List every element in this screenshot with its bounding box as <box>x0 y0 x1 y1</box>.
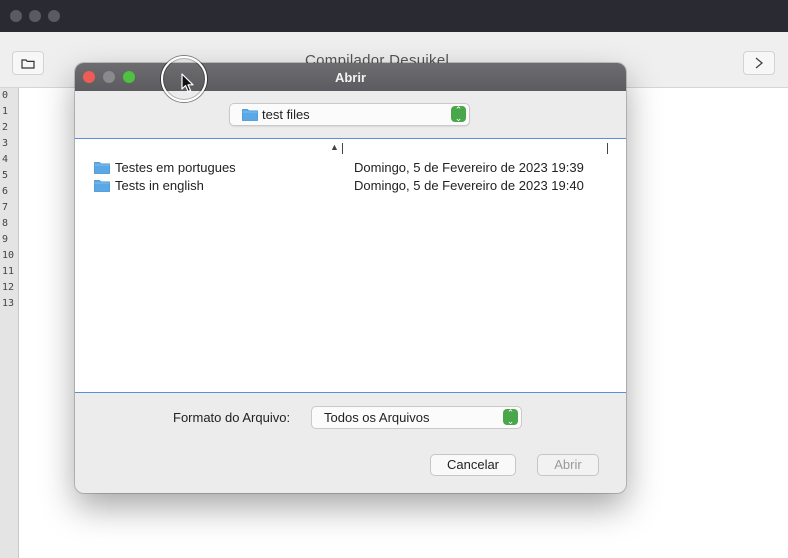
folder-icon <box>94 180 110 192</box>
chevron-right-icon <box>755 57 764 69</box>
line-number: 13 <box>2 298 15 309</box>
line-number: 2 <box>2 122 9 133</box>
sort-ascending-icon[interactable]: ▲ <box>330 142 339 152</box>
line-number: 12 <box>2 282 15 293</box>
file-format-label: Formato do Arquivo: <box>173 410 291 425</box>
line-number: 6 <box>2 186 9 197</box>
line-number: 5 <box>2 170 9 181</box>
file-list[interactable]: ▲ Testes em portugues Domingo, 5 de Feve… <box>75 138 626 393</box>
open-dialog: Abrir test files ⌃ ⌄ ▲ Testes em portugue… <box>75 63 626 493</box>
line-number: 8 <box>2 218 9 229</box>
folder-icon <box>242 109 258 121</box>
line-number: 10 <box>2 250 15 261</box>
run-button[interactable] <box>743 51 775 75</box>
location-popup-label: test files <box>262 107 310 122</box>
column-divider[interactable] <box>607 143 608 154</box>
line-number-gutter: 0 1 2 3 4 5 6 7 8 9 10 11 12 13 <box>0 88 19 558</box>
file-date: Domingo, 5 de Fevereiro de 2023 19:40 <box>354 178 584 193</box>
dialog-title: Abrir <box>334 70 367 85</box>
line-number: 7 <box>2 202 9 213</box>
window-close-button[interactable] <box>10 10 22 22</box>
window-minimize-button[interactable] <box>29 10 41 22</box>
location-popup[interactable]: test files ⌃ ⌄ <box>229 103 470 126</box>
line-number: 1 <box>2 106 9 117</box>
folder-icon <box>94 162 110 174</box>
open-button[interactable]: Abrir <box>537 454 599 476</box>
up-down-chevron-icon: ⌃ ⌄ <box>451 106 466 123</box>
line-number: 3 <box>2 138 9 149</box>
main-window-titlebar <box>0 0 788 32</box>
file-format-value: Todos os Arquivos <box>324 410 430 425</box>
cancel-button[interactable]: Cancelar <box>430 454 516 476</box>
list-item[interactable]: Testes em portugues Domingo, 5 de Fevere… <box>75 158 626 176</box>
line-number: 0 <box>2 90 9 101</box>
column-divider[interactable] <box>342 143 343 154</box>
window-zoom-button[interactable] <box>48 10 60 22</box>
file-name: Testes em portugues <box>115 160 236 175</box>
up-down-chevron-icon: ⌃ ⌄ <box>503 409 518 426</box>
file-date: Domingo, 5 de Fevereiro de 2023 19:39 <box>354 160 584 175</box>
dialog-titlebar: Abrir <box>75 63 626 91</box>
open-file-button[interactable] <box>12 51 44 75</box>
list-item[interactable]: Tests in english Domingo, 5 de Fevereiro… <box>75 176 626 194</box>
mouse-pointer-icon <box>181 73 194 93</box>
line-number: 11 <box>2 266 15 277</box>
line-number: 4 <box>2 154 9 165</box>
folder-icon <box>21 58 35 69</box>
file-name: Tests in english <box>115 178 204 193</box>
file-format-select[interactable]: Todos os Arquivos ⌃ ⌄ <box>311 406 522 429</box>
line-number: 9 <box>2 234 9 245</box>
